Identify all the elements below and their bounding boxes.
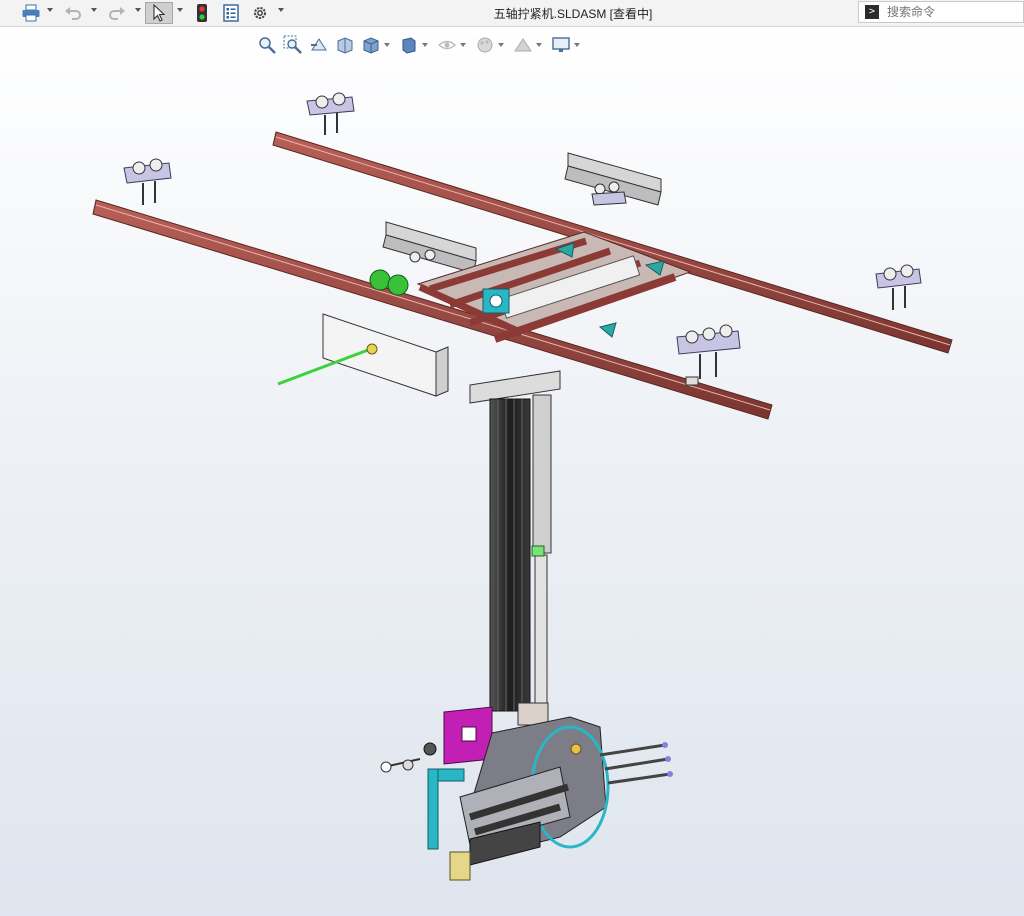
search-commands-input[interactable] bbox=[885, 4, 1019, 20]
graphics-area[interactable] bbox=[0, 27, 1024, 916]
undo-icon bbox=[65, 7, 81, 20]
redo-button[interactable] bbox=[106, 2, 128, 24]
select-pointer-icon bbox=[153, 4, 166, 22]
i-beam-left[interactable] bbox=[382, 221, 477, 274]
i-beam-right[interactable] bbox=[564, 152, 662, 206]
redo-dropdown-icon[interactable] bbox=[135, 8, 141, 12]
trolley-3[interactable] bbox=[875, 264, 922, 310]
green-wheel-right bbox=[387, 274, 409, 296]
trolley-2[interactable] bbox=[123, 158, 172, 205]
select-dropdown-icon[interactable] bbox=[177, 8, 183, 12]
title-bar: 五轴拧紧机.SLDASM [查看中] > bbox=[0, 0, 1024, 27]
select-button[interactable] bbox=[145, 2, 173, 24]
assembly-model[interactable] bbox=[0, 27, 1024, 916]
options-gear-icon bbox=[254, 7, 266, 19]
search-box[interactable]: > bbox=[858, 1, 1024, 23]
green-wheel-left bbox=[369, 269, 391, 291]
print-dropdown-icon[interactable] bbox=[47, 8, 53, 12]
cyan-arm bbox=[427, 768, 439, 850]
traffic-light-icon bbox=[197, 4, 207, 22]
file-properties-icon bbox=[223, 4, 239, 22]
lift-cylinder bbox=[532, 394, 552, 554]
undo-button[interactable] bbox=[62, 2, 84, 24]
undo-dropdown-icon[interactable] bbox=[91, 8, 97, 12]
redo-icon bbox=[109, 7, 125, 20]
print-button[interactable] bbox=[20, 2, 42, 24]
rebuild-button[interactable] bbox=[191, 2, 213, 24]
options-dropdown-icon[interactable] bbox=[278, 8, 284, 12]
print-icon bbox=[22, 4, 40, 22]
options-button[interactable] bbox=[249, 2, 271, 24]
tightening-head[interactable] bbox=[380, 702, 673, 881]
vertical-column[interactable] bbox=[469, 370, 561, 712]
column-profile bbox=[489, 398, 531, 712]
trolley-4[interactable] bbox=[676, 324, 741, 386]
trolley-1[interactable] bbox=[306, 92, 355, 135]
command-prompt-icon: > bbox=[865, 5, 879, 19]
file-properties-button[interactable] bbox=[220, 2, 242, 24]
